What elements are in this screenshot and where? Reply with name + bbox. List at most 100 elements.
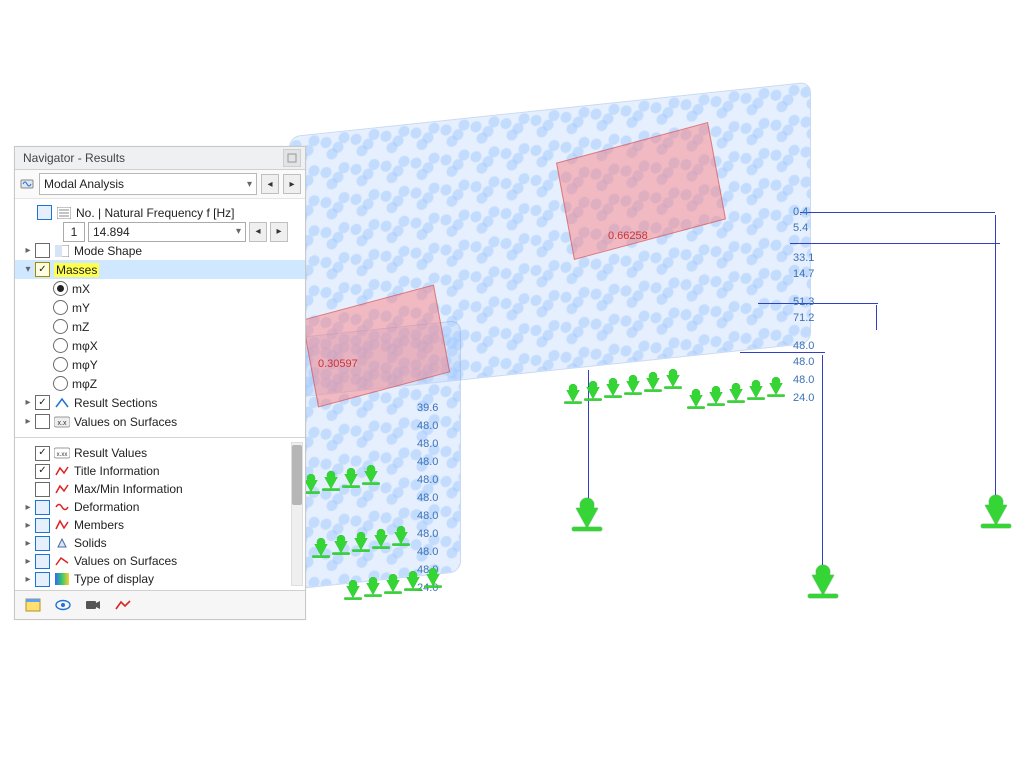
mass-mz-row[interactable]: mZ	[15, 317, 305, 336]
node-value: 48.0	[793, 374, 814, 386]
maxmin-icon	[54, 482, 70, 496]
svg-text:x.xx: x.xx	[57, 452, 68, 458]
panel-title: Navigator - Results	[23, 151, 125, 165]
expander-icon[interactable]: ▸	[21, 538, 35, 549]
mass-mphz-label: mφZ	[72, 377, 97, 391]
values-surfaces-checkbox[interactable]	[35, 414, 50, 429]
members-checkbox[interactable]	[35, 518, 50, 533]
panel-close-button[interactable]	[283, 149, 301, 167]
mass-mx-label: mX	[72, 282, 90, 296]
result-values-row[interactable]: x.xx Result Values	[15, 444, 305, 462]
values-on-surfaces-row[interactable]: ▸ x.x Values on Surfaces	[15, 412, 305, 431]
deformation-icon	[54, 500, 70, 514]
nav-data-button[interactable]	[21, 594, 45, 616]
mass-mx-radio[interactable]	[53, 281, 68, 296]
next-analysis-button[interactable]: ▸	[283, 174, 301, 194]
result-values-checkbox[interactable]	[35, 446, 50, 461]
mass-mz-radio[interactable]	[53, 319, 68, 334]
maxmin-label: Max/Min Information	[74, 482, 183, 496]
solids-row[interactable]: ▸ Solids	[15, 534, 305, 552]
deformation-row[interactable]: ▸ Deformation	[15, 498, 305, 516]
masses-row[interactable]: ▾ Masses	[15, 260, 305, 279]
expander-icon[interactable]: ▸	[21, 416, 35, 427]
support-icon	[812, 575, 834, 595]
support-icon	[576, 508, 598, 528]
result-values-label: Result Values	[74, 446, 147, 460]
title-info-row[interactable]: Title Information	[15, 462, 305, 480]
mass-mphz-row[interactable]: mφZ	[15, 374, 305, 393]
nav-views-button[interactable]	[81, 594, 105, 616]
expander-icon[interactable]: ▸	[21, 574, 35, 585]
results-icon	[115, 599, 131, 611]
masses-checkbox[interactable]	[35, 262, 50, 277]
values-surfaces-lower-label: Values on Surfaces	[74, 554, 177, 568]
mass-mphz-radio[interactable]	[53, 376, 68, 391]
scrollbar[interactable]	[291, 442, 303, 586]
result-sections-label: Result Sections	[74, 396, 157, 410]
title-info-label: Title Information	[74, 464, 160, 478]
members-row[interactable]: ▸ Members	[15, 516, 305, 534]
nav-results-button[interactable]	[111, 594, 135, 616]
next-mode-button[interactable]: ▸	[270, 222, 288, 242]
analysis-type-combo[interactable]: Modal Analysis ▾	[39, 173, 257, 195]
show-frequency-checkbox[interactable]	[37, 205, 52, 220]
mode-shape-label: Mode Shape	[74, 244, 142, 258]
deformation-checkbox[interactable]	[35, 500, 50, 515]
palette-icon	[54, 572, 70, 586]
mass-my-radio[interactable]	[53, 300, 68, 315]
result-sections-checkbox[interactable]	[35, 395, 50, 410]
xxx-icon: x.xx	[54, 446, 70, 460]
expander-icon[interactable]: ▸	[21, 245, 35, 256]
mass-mphy-radio[interactable]	[53, 357, 68, 372]
maxmin-row[interactable]: Max/Min Information	[15, 480, 305, 498]
nav-display-button[interactable]	[51, 594, 75, 616]
member-line	[876, 305, 877, 330]
expander-icon[interactable]: ▸	[21, 397, 35, 408]
solids-label: Solids	[74, 536, 107, 550]
solids-checkbox[interactable]	[35, 536, 50, 551]
expander-icon[interactable]: ▾	[21, 264, 35, 275]
prev-mode-button[interactable]: ◂	[249, 222, 267, 242]
maxmin-checkbox[interactable]	[35, 482, 50, 497]
panel-titlebar[interactable]: Navigator - Results	[15, 147, 305, 170]
close-icon	[287, 153, 297, 163]
mode-shape-row[interactable]: ▸ Mode Shape	[15, 241, 305, 260]
svg-text:x.x: x.x	[58, 420, 67, 427]
analysis-type-row: Modal Analysis ▾ ◂ ▸	[15, 170, 305, 199]
chevron-down-icon: ▾	[247, 179, 252, 190]
prev-analysis-button[interactable]: ◂	[261, 174, 279, 194]
member-line	[758, 303, 878, 304]
member-line	[822, 355, 823, 565]
mass-mphx-radio[interactable]	[53, 338, 68, 353]
scrollbar-thumb[interactable]	[292, 445, 302, 505]
frequency-selector-row: 1 14.894 ▾ ◂ ▸	[15, 222, 305, 241]
mass-mphy-row[interactable]: mφY	[15, 355, 305, 374]
mass-my-label: mY	[72, 301, 90, 315]
chevron-down-icon: ▾	[236, 226, 241, 237]
title-info-checkbox[interactable]	[35, 464, 50, 479]
result-sections-row[interactable]: ▸ Result Sections	[15, 393, 305, 412]
expander-icon[interactable]: ▸	[21, 520, 35, 531]
type-of-display-row[interactable]: ▸ Type of display	[15, 570, 305, 588]
support-icon	[985, 505, 1007, 525]
display-options-list: x.xx Result Values Title Information Max…	[15, 437, 305, 590]
mode-shape-checkbox[interactable]	[35, 243, 50, 258]
title-icon	[54, 464, 70, 478]
values-surfaces-lower-checkbox[interactable]	[35, 554, 50, 569]
mass-my-row[interactable]: mY	[15, 298, 305, 317]
values-on-surfaces-lower-row[interactable]: ▸ Values on Surfaces	[15, 552, 305, 570]
mass-mx-row[interactable]: mX	[15, 279, 305, 298]
expander-icon[interactable]: ▸	[21, 502, 35, 513]
mass-mphx-row[interactable]: mφX	[15, 336, 305, 355]
analysis-type-value: Modal Analysis	[44, 177, 124, 191]
type-display-checkbox[interactable]	[35, 572, 50, 587]
members-label: Members	[74, 518, 124, 532]
member-line	[800, 212, 995, 213]
mode-no-field[interactable]: 1	[63, 222, 85, 242]
type-display-label: Type of display	[74, 572, 154, 586]
member-line	[995, 215, 996, 495]
expander-icon[interactable]: ▸	[21, 556, 35, 567]
xx-icon: x.x	[54, 415, 70, 429]
frequency-combo[interactable]: 14.894 ▾	[88, 222, 246, 242]
member-line	[790, 243, 1000, 244]
